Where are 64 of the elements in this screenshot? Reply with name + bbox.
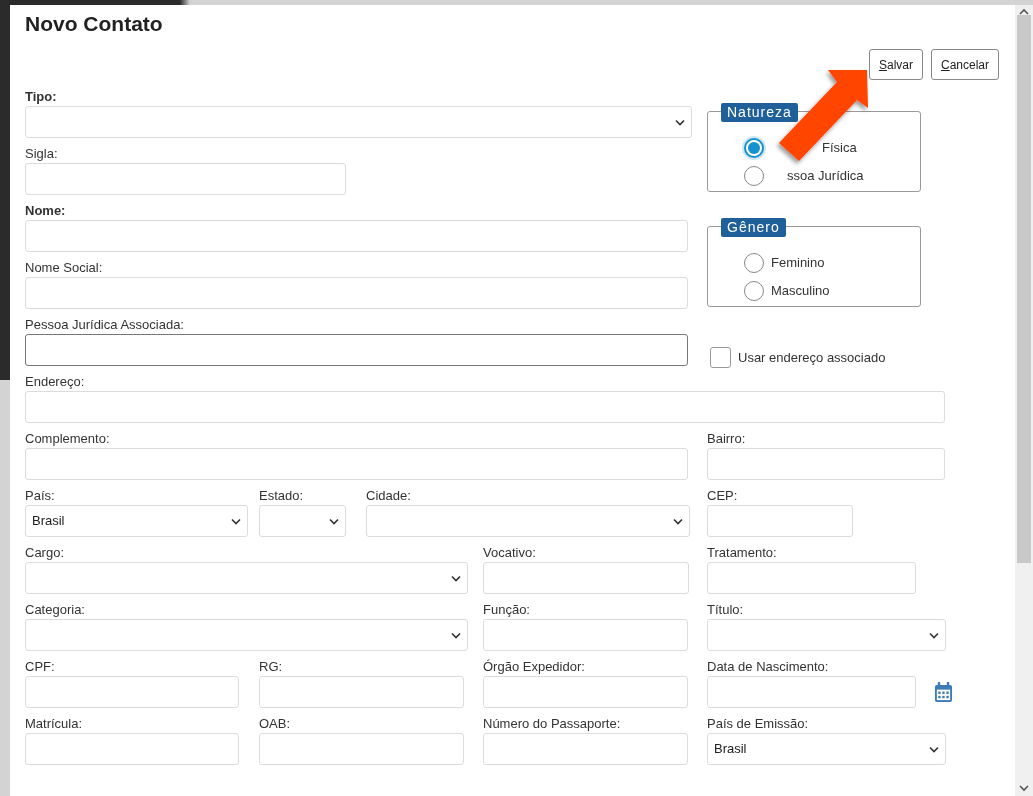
chevron-down-icon xyxy=(451,631,461,639)
group-legend: Natureza xyxy=(721,103,798,122)
field-label: CEP: xyxy=(707,487,739,504)
field-label: Vocativo: xyxy=(483,544,537,561)
group-legend: Gênero xyxy=(721,218,786,237)
radio-button[interactable] xyxy=(744,166,764,186)
field-label: Tratamento: xyxy=(707,544,778,561)
field-label: Nome: xyxy=(25,202,67,219)
field-label: Data de Nascimento: xyxy=(707,658,830,675)
field-label: Matrícula: xyxy=(25,715,84,732)
dropdown[interactable] xyxy=(707,619,946,651)
scroll-up-icon[interactable] xyxy=(1018,7,1030,17)
field-label: Cargo: xyxy=(25,544,66,561)
dropdown[interactable] xyxy=(366,505,690,537)
field-label: Bairro: xyxy=(707,430,747,447)
chevron-down-icon xyxy=(451,574,461,582)
radio-button[interactable] xyxy=(744,281,764,301)
chevron-down-icon xyxy=(929,745,939,753)
field-label: Cidade: xyxy=(366,487,412,504)
field-label: OAB: xyxy=(259,715,292,732)
chevron-down-icon xyxy=(929,631,939,639)
chevron-down-icon xyxy=(329,517,339,525)
date-field[interactable] xyxy=(707,676,916,708)
field-label: Estado: xyxy=(259,487,305,504)
field-label: Tipo: xyxy=(25,88,58,105)
checkbox-label: Usar endereço associado xyxy=(738,348,886,367)
field-label: Função: xyxy=(483,601,531,618)
scroll-down-icon[interactable] xyxy=(1018,783,1030,793)
field-label: RG: xyxy=(259,658,284,675)
dropdown[interactable] xyxy=(25,562,468,594)
scrollbar-thumb[interactable] xyxy=(1017,15,1031,563)
dropdown[interactable]: Brasil xyxy=(707,733,946,765)
field-label: Endereço: xyxy=(25,373,86,390)
chevron-down-icon xyxy=(673,517,683,525)
field-label: Órgão Expedidor: xyxy=(483,658,586,675)
field-label: CPF: xyxy=(25,658,56,675)
field-label: Complemento: xyxy=(25,430,111,447)
text-field[interactable] xyxy=(25,334,688,366)
chevron-down-icon xyxy=(675,118,685,126)
cancel-button[interactable]: Cancelar xyxy=(930,49,999,80)
radio-label: Masculino xyxy=(771,282,830,301)
checkbox[interactable] xyxy=(710,347,731,368)
dropdown[interactable]: Brasil xyxy=(25,505,248,537)
chevron-down-icon xyxy=(231,517,241,525)
field-label: Sigla: xyxy=(25,145,59,162)
scrollbar[interactable] xyxy=(1015,5,1033,796)
field-label: País de Emissão: xyxy=(707,715,810,732)
dialog-title: Novo Contato xyxy=(25,12,164,36)
dropdown[interactable] xyxy=(259,505,346,537)
radio-button[interactable] xyxy=(744,138,764,158)
field-label: Pessoa Jurídica Associada: xyxy=(25,316,185,333)
calendar-icon[interactable] xyxy=(934,681,953,703)
radio-label: ssoa Jurídica xyxy=(787,167,864,186)
radio-button[interactable] xyxy=(744,253,764,273)
radio-label: Física xyxy=(822,139,857,158)
field-label: País: xyxy=(25,487,56,504)
dropdown[interactable] xyxy=(25,619,468,651)
field-label: Categoria: xyxy=(25,601,86,618)
save-button[interactable]: Salvar xyxy=(868,49,923,80)
field-label: Nome Social: xyxy=(25,259,104,276)
radio-label: Feminino xyxy=(771,254,825,273)
dropdown[interactable] xyxy=(25,106,692,138)
field-label: Título: xyxy=(707,601,745,618)
field-label: Número do Passaporte: xyxy=(483,715,622,732)
